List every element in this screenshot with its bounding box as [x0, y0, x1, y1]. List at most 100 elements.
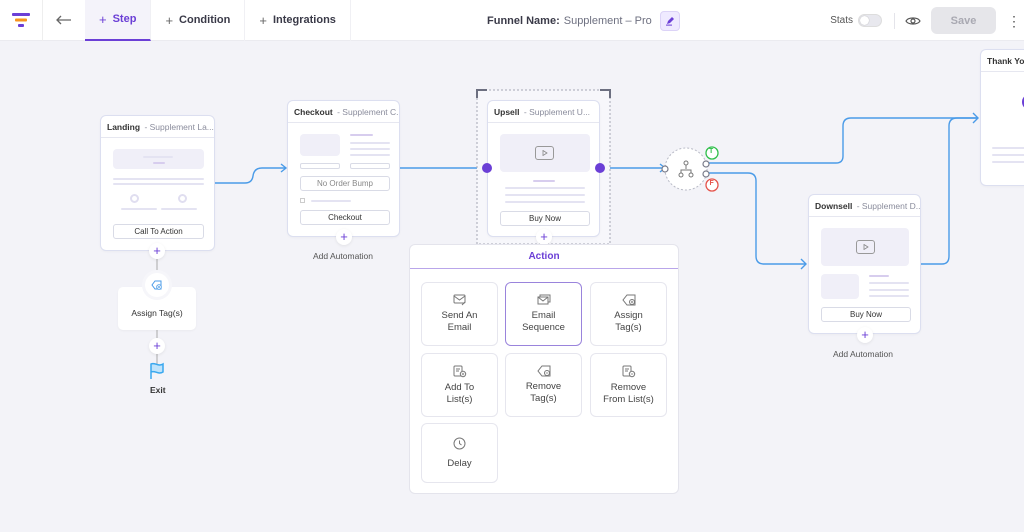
- landing-node[interactable]: Landing - Supplement La... Call To Actio…: [100, 115, 215, 251]
- arrow-left-icon: [56, 15, 71, 25]
- placeholder-line: [505, 187, 585, 189]
- checkout-button[interactable]: Checkout: [300, 210, 390, 225]
- assign-tag-action[interactable]: Assign Tag(s): [590, 282, 667, 346]
- preview-button[interactable]: [905, 15, 921, 27]
- placeholder-line: [869, 289, 909, 291]
- email-sequence-icon: [537, 294, 550, 305]
- field-placeholder: [300, 163, 340, 169]
- add-automation-link[interactable]: Add Automation: [313, 251, 373, 261]
- plus-icon: +: [99, 11, 107, 27]
- tab-integrations[interactable]: + Integrations: [245, 0, 351, 41]
- connector-false-downsell: [707, 172, 806, 265]
- placeholder-line: [869, 275, 889, 277]
- downsell-node[interactable]: Downsell - Supplement D... Buy Now: [808, 194, 921, 334]
- call-to-action-button[interactable]: Call To Action: [113, 224, 204, 239]
- upsell-input-handle[interactable]: [482, 163, 492, 173]
- node-name: - Supplement D...: [856, 200, 920, 211]
- add-step-button[interactable]: +: [857, 327, 873, 343]
- upsell-output-handle[interactable]: [595, 163, 605, 173]
- placeholder-line: [350, 154, 390, 156]
- tab-label: Condition: [179, 14, 231, 26]
- assign-tag-icon: [621, 294, 635, 306]
- add-automation-link[interactable]: Add Automation: [833, 349, 893, 359]
- more-options-icon[interactable]: ⋮: [1004, 14, 1024, 28]
- upsell-node[interactable]: Upsell - Supplement U... Buy Now: [487, 100, 600, 237]
- node-header: Landing - Supplement La...: [101, 116, 214, 138]
- edit-funnel-name-button[interactable]: [659, 10, 680, 31]
- tab-label: Step: [112, 13, 137, 25]
- placeholder-line: [869, 282, 909, 284]
- action-panel: Action Send An Email Email Sequence Assign…: [409, 244, 679, 494]
- remove-from-list-action[interactable]: Remove From List(s): [590, 353, 667, 417]
- add-to-list-action[interactable]: Add To List(s): [421, 353, 498, 417]
- branch-icon: [678, 160, 694, 178]
- placeholder-line: [505, 194, 585, 196]
- action-label: Remove From List(s): [603, 381, 654, 405]
- placeholder-dot: [178, 194, 187, 203]
- action-label: Email Sequence: [522, 310, 565, 333]
- false-badge-label: F: [709, 180, 714, 187]
- save-button[interactable]: Save: [931, 7, 996, 34]
- send-email-icon: [453, 294, 465, 306]
- arrowhead: [972, 112, 979, 124]
- page-thumbnail: [113, 149, 204, 169]
- node-name: - Supplement C...: [337, 106, 399, 117]
- add-step-button[interactable]: +: [149, 243, 165, 259]
- placeholder-line: [992, 161, 1024, 163]
- checkbox[interactable]: [300, 198, 305, 203]
- tab-step[interactable]: + Step: [85, 0, 152, 41]
- add-step-button[interactable]: +: [149, 338, 165, 354]
- tab-label: Integrations: [272, 14, 336, 26]
- node-name: - Supplement U...: [523, 106, 591, 117]
- node-type: Downsell: [815, 200, 853, 211]
- placeholder-line: [869, 295, 909, 297]
- remove-list-icon: [622, 365, 635, 377]
- checkout-node[interactable]: Checkout - Supplement C... No Order Bump…: [287, 100, 400, 237]
- node-type: Checkout: [294, 106, 333, 117]
- pencil-icon: [665, 16, 674, 26]
- add-step-button[interactable]: +: [336, 229, 352, 245]
- action-label: Add To List(s): [444, 381, 475, 405]
- play-icon: [856, 240, 875, 254]
- email-sequence-action[interactable]: Email Sequence: [505, 282, 582, 346]
- remove-tag-action[interactable]: Remove Tag(s): [505, 353, 582, 417]
- funnel-name-value: Supplement – Pro: [563, 14, 652, 27]
- divider: [894, 12, 895, 29]
- delay-action[interactable]: Delay: [421, 423, 498, 483]
- buy-now-button[interactable]: Buy Now: [821, 307, 911, 322]
- connector-true-thankyou: [707, 117, 978, 164]
- order-bump-button[interactable]: No Order Bump: [300, 176, 390, 191]
- arrowhead: [659, 163, 667, 173]
- node-header: Downsell - Supplement D...: [809, 195, 920, 217]
- action-panel-title: Action: [410, 245, 678, 269]
- funnel-name-label: Funnel Name:: [487, 14, 560, 27]
- back-button[interactable]: [43, 0, 85, 41]
- stats-toggle[interactable]: [858, 14, 882, 27]
- tab-condition[interactable]: + Condition: [151, 0, 246, 41]
- action-label: Assign Tag(s): [614, 310, 643, 333]
- plus-icon: +: [259, 12, 267, 28]
- placeholder-line: [350, 134, 373, 136]
- stats-label: Stats: [830, 15, 853, 26]
- action-label: Remove Tag(s): [525, 381, 562, 404]
- product-image-placeholder: [300, 134, 340, 156]
- field-placeholder: [350, 163, 390, 169]
- funnel-name: Funnel Name: Supplement – Pro: [487, 0, 680, 41]
- image-placeholder: [821, 274, 859, 299]
- placeholder-line: [153, 162, 165, 164]
- funnel-logo-icon[interactable]: [0, 0, 43, 41]
- placeholder-line: [121, 208, 157, 210]
- placeholder-line: [311, 200, 351, 202]
- placeholder-line: [992, 154, 1024, 156]
- thank-you-node[interactable]: Thank You: [980, 49, 1024, 186]
- plus-icon: +: [165, 12, 174, 28]
- node-type: Upsell: [494, 106, 520, 117]
- node-type: Thank You: [987, 55, 1024, 66]
- buy-now-button[interactable]: Buy Now: [500, 211, 590, 226]
- eye-icon: [905, 16, 921, 25]
- add-step-button[interactable]: +: [536, 229, 552, 245]
- placeholder-line: [533, 180, 555, 182]
- connector-landing-checkout: [215, 167, 285, 184]
- step-label: Assign Tag(s): [131, 308, 183, 318]
- send-email-action[interactable]: Send An Email: [421, 282, 498, 346]
